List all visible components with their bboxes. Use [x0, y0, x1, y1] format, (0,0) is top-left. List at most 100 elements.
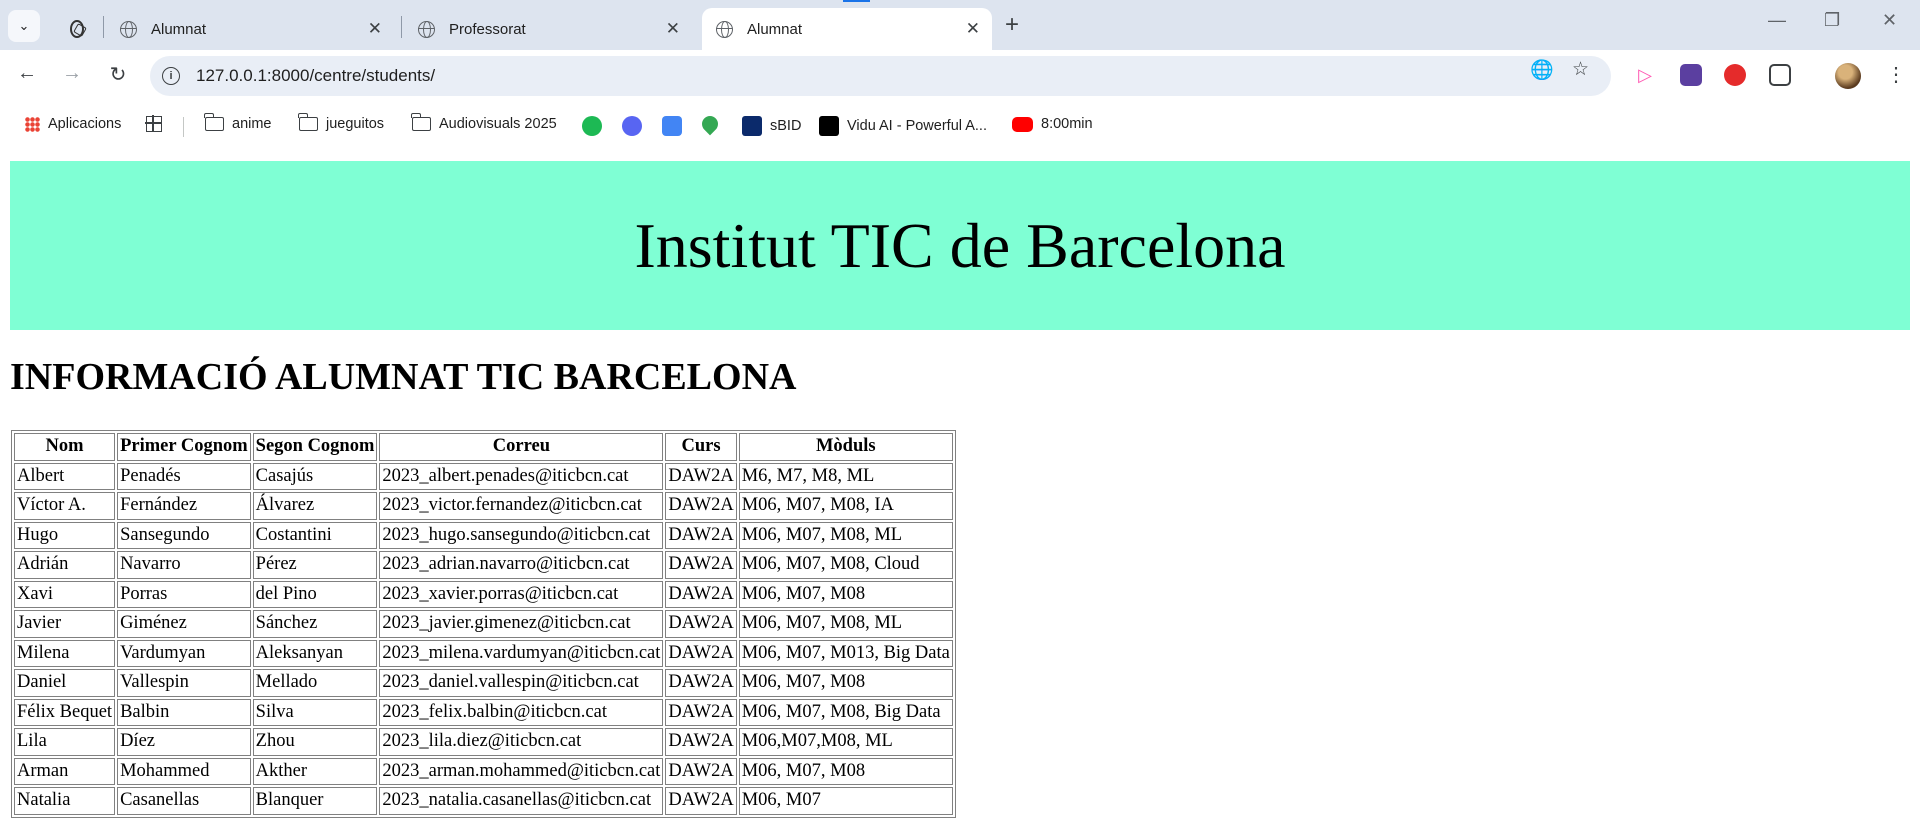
cell-moduls: M06, M07, M013, Big Data: [738, 639, 953, 667]
column-header-curs: Curs: [665, 433, 737, 461]
bookmark-label: Vidu AI - Powerful A...: [847, 118, 987, 134]
bookmarks-bar: Aplicacions anime jueguitos Audiovisuals…: [0, 101, 1920, 151]
cell-primer-cognom: Vardumyan: [117, 639, 251, 667]
cell-curs: DAW2A: [665, 610, 737, 638]
minimize-icon[interactable]: —: [1768, 10, 1786, 31]
back-arrow-icon[interactable]: ←: [12, 62, 42, 85]
bookmark-maps[interactable]: [698, 112, 726, 136]
cell-nom: Lila: [14, 728, 116, 756]
bookmark-star-icon[interactable]: ☆: [1572, 58, 1589, 81]
vidu-icon: [819, 116, 839, 136]
cell-primer-cognom: Navarro: [117, 551, 251, 579]
cell-segon-cognom: Silva: [252, 698, 378, 726]
bookmark-tab-groups[interactable]: [145, 115, 170, 132]
bookmark-folder-audiovisuals[interactable]: Audiovisuals 2025: [411, 113, 557, 132]
table-row: Arman Mohammed Akther 2023_arman.mohammed@i…: [14, 757, 953, 785]
tab-alumnat-active[interactable]: Alumnat ✕: [702, 8, 992, 50]
table-row: Natalia Casanellas Blanquer 2023_natalia.ca…: [14, 787, 953, 815]
cell-curs: DAW2A: [665, 639, 737, 667]
cell-segon-cognom: Casajús: [252, 462, 378, 490]
cell-nom: Javier: [14, 610, 116, 638]
cell-moduls: M06, M07, M08, ML: [738, 610, 953, 638]
cell-correu: 2023_natalia.casanellas@iticbcn.cat: [379, 787, 664, 815]
column-header-primer-cognom: Primer Cognom: [117, 433, 251, 461]
bookmark-folder-jueguitos[interactable]: jueguitos: [298, 113, 384, 132]
profile-avatar[interactable]: [1835, 63, 1861, 89]
bookmark-youtube[interactable]: 8:00min: [1012, 116, 1093, 132]
table-row: Javier Giménez Sánchez 2023_javier.gimenez@…: [14, 610, 953, 638]
cell-curs: DAW2A: [665, 669, 737, 697]
reload-icon[interactable]: ↻: [103, 62, 133, 87]
close-icon[interactable]: ✕: [966, 19, 980, 39]
tab-title: Alumnat: [747, 20, 803, 38]
table-row: Félix Bequet Balbin Silva 2023_felix.balbin…: [14, 698, 953, 726]
restore-icon[interactable]: ❐: [1824, 10, 1840, 31]
tab-search-button[interactable]: ⌄: [8, 10, 40, 42]
column-header-moduls: Mòduls: [738, 433, 953, 461]
translate-icon: [662, 116, 682, 136]
extension-cube-icon[interactable]: [1680, 64, 1702, 86]
table-header-row: Nom Primer Cognom Segon Cognom Correu Cu…: [14, 433, 953, 461]
table-row: Hugo Sansegundo Costantini 2023_hugo.sanseg…: [14, 521, 953, 549]
page-title: INFORMACIÓ ALUMNAT TIC BARCELONA: [10, 356, 797, 398]
bookmark-translate[interactable]: [662, 116, 690, 136]
bookmark-vidu[interactable]: Vidu AI - Powerful A...: [819, 116, 987, 136]
cell-segon-cognom: Sánchez: [252, 610, 378, 638]
url-text[interactable]: 127.0.0.1:8000/centre/students/: [196, 66, 435, 86]
extension-arrow-icon[interactable]: ▷: [1634, 64, 1656, 86]
close-icon[interactable]: ✕: [368, 19, 382, 39]
bookmark-aplicacions[interactable]: Aplicacions: [25, 116, 121, 132]
cell-moduls: M06, M07, M08: [738, 580, 953, 608]
cell-nom: Xavi: [14, 580, 116, 608]
address-bar[interactable]: i 127.0.0.1:8000/centre/students/: [150, 56, 1611, 96]
folder-icon: [204, 113, 224, 131]
maps-icon: [698, 112, 722, 136]
sbid-icon: [742, 116, 762, 136]
new-tab-plus-icon[interactable]: +: [1005, 11, 1019, 39]
column-header-correu: Correu: [379, 433, 664, 461]
cell-primer-cognom: Penadés: [117, 462, 251, 490]
cell-moduls: M06, M07, M08: [738, 757, 953, 785]
spotify-icon: [582, 116, 602, 136]
cell-nom: Daniel: [14, 669, 116, 697]
extension-stop-icon[interactable]: [1724, 64, 1746, 86]
table-row: Adrián Navarro Pérez 2023_adrian.navarro@it…: [14, 551, 953, 579]
tab-professorat[interactable]: Professorat ✕: [404, 8, 692, 50]
extensions-puzzle-icon[interactable]: [1769, 64, 1791, 86]
page-header-banner: Institut TIC de Barcelona: [10, 161, 1910, 330]
table-row: Albert Penadés Casajús 2023_albert.penades@…: [14, 462, 953, 490]
column-header-nom: Nom: [14, 433, 116, 461]
cell-curs: DAW2A: [665, 698, 737, 726]
cell-segon-cognom: Mellado: [252, 669, 378, 697]
forward-arrow-icon[interactable]: →: [57, 62, 87, 85]
table-row: Milena Vardumyan Aleksanyan 2023_milena.var…: [14, 639, 953, 667]
cell-primer-cognom: Sansegundo: [117, 521, 251, 549]
menu-kebab-icon[interactable]: ⋮: [1886, 62, 1906, 87]
folder-icon: [411, 113, 431, 131]
cell-correu: 2023_javier.gimenez@iticbcn.cat: [379, 610, 664, 638]
site-info-icon[interactable]: i: [162, 67, 180, 85]
bookmark-label: sBID: [770, 118, 802, 134]
window-close-icon[interactable]: ✕: [1882, 10, 1897, 31]
bookmark-label: 8:00min: [1041, 116, 1093, 132]
chatgpt-icon: [70, 20, 84, 38]
cell-segon-cognom: Zhou: [252, 728, 378, 756]
cell-curs: DAW2A: [665, 757, 737, 785]
tab-alumnat[interactable]: Alumnat ✕: [106, 8, 394, 50]
bookmark-sbid[interactable]: sBID: [742, 116, 801, 136]
cell-curs: DAW2A: [665, 551, 737, 579]
globe-icon: [418, 20, 435, 38]
bookmark-discord[interactable]: [622, 116, 650, 136]
cell-segon-cognom: Costantini: [252, 521, 378, 549]
cell-correu: 2023_hugo.sansegundo@iticbcn.cat: [379, 521, 664, 549]
bookmark-folder-anime[interactable]: anime: [204, 113, 272, 132]
table-row: Xavi Porras del Pino 2023_xavier.porras@iti…: [14, 580, 953, 608]
tab-chatgpt[interactable]: [56, 8, 98, 50]
cell-nom: Víctor A.: [14, 492, 116, 520]
bookmark-spotify[interactable]: [582, 116, 610, 136]
cell-primer-cognom: Vallespin: [117, 669, 251, 697]
translate-page-icon[interactable]: 🌐: [1530, 58, 1554, 82]
close-icon[interactable]: ✕: [666, 19, 680, 39]
cell-curs: DAW2A: [665, 787, 737, 815]
cell-correu: 2023_albert.penades@iticbcn.cat: [379, 462, 664, 490]
